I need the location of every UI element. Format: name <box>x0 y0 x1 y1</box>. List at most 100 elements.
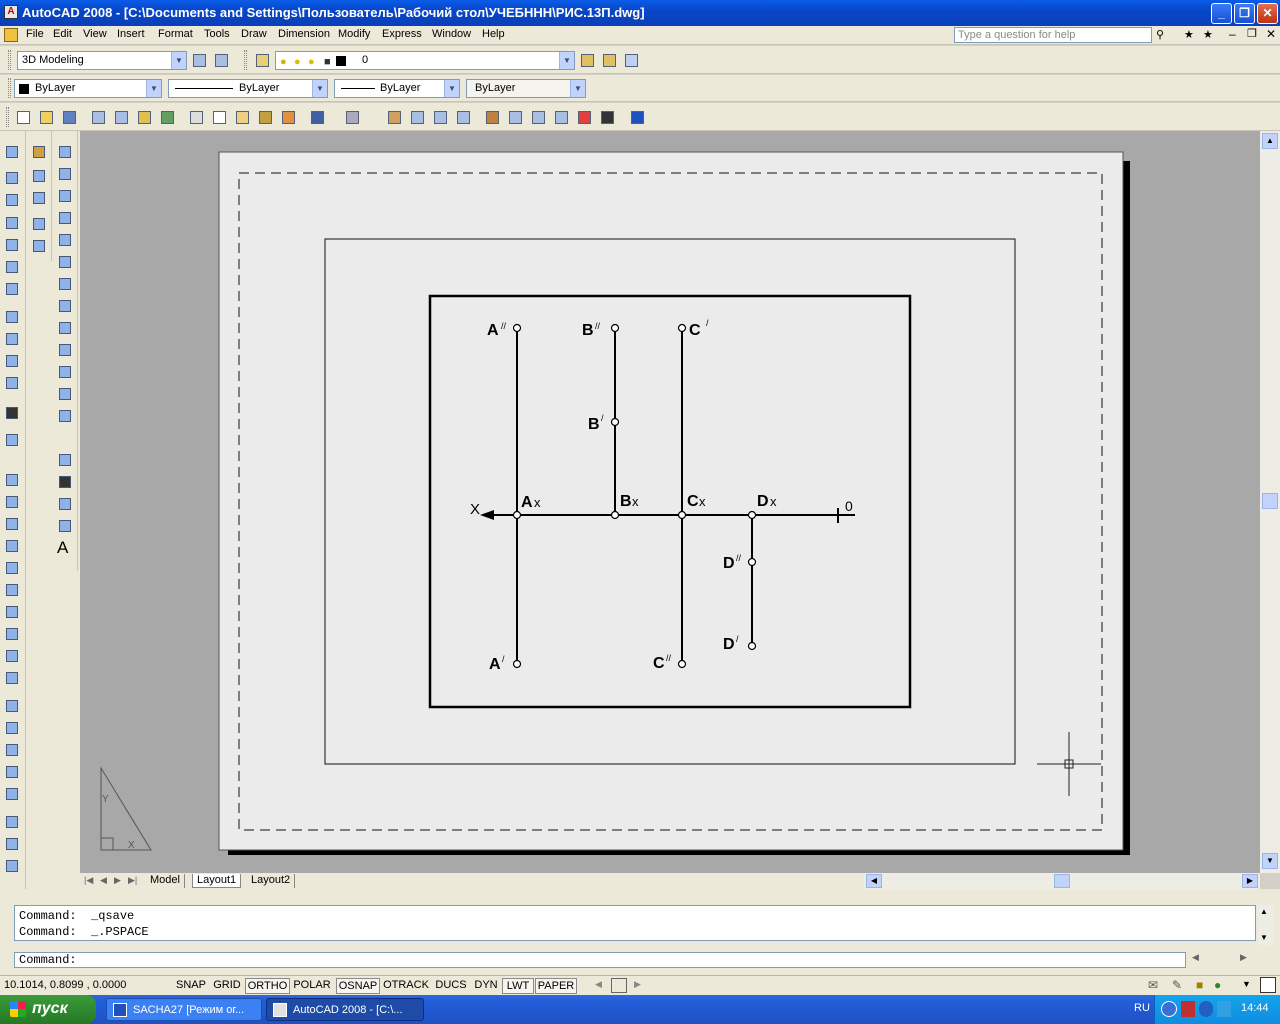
menu-tools[interactable]: Tools <box>204 28 230 40</box>
otrack-toggle[interactable]: OTRACK <box>381 978 431 994</box>
chevron-down-icon[interactable]: ▼ <box>444 80 459 97</box>
polyline-icon[interactable] <box>56 187 74 205</box>
scroll-right-icon[interactable]: ▶ <box>634 979 641 990</box>
menu-dimension[interactable]: Dimension <box>278 28 330 40</box>
dimension-edit-icon[interactable] <box>30 215 48 233</box>
tab-layout1[interactable]: Layout1 <box>192 874 242 888</box>
menu-window[interactable]: Window <box>432 28 471 40</box>
point-icon[interactable] <box>56 429 74 447</box>
menu-draw[interactable]: Draw <box>241 28 267 40</box>
tool-palettes-icon[interactable] <box>529 108 548 127</box>
workspace-select[interactable]: 3D Modeling ▼ <box>17 51 187 70</box>
sheet-set-icon[interactable] <box>552 108 571 127</box>
chevron-down-icon[interactable]: ▼ <box>559 52 574 69</box>
horizontal-scrollbar[interactable]: ◀ ▶ <box>864 873 1260 889</box>
design-center-icon[interactable] <box>506 108 525 127</box>
polygon-icon[interactable] <box>56 209 74 227</box>
tab-prev-icon[interactable]: ◀ <box>100 875 107 886</box>
document-icon[interactable] <box>4 28 18 42</box>
autocad-app-icon[interactable]: A <box>4 5 18 19</box>
plot-icon[interactable] <box>89 108 108 127</box>
spline-icon[interactable] <box>56 319 74 337</box>
polar-toggle[interactable]: POLAR <box>291 978 333 994</box>
helix-icon[interactable] <box>3 647 21 665</box>
layer-states-icon[interactable] <box>622 51 641 70</box>
torus-solid-icon[interactable] <box>3 603 21 621</box>
subtract-icon[interactable] <box>3 493 21 511</box>
pan-icon[interactable] <box>385 108 404 127</box>
scroll-left-icon[interactable]: ◀ <box>866 874 882 888</box>
close-button[interactable]: ✕ <box>1257 3 1278 24</box>
menu-format[interactable]: Format <box>158 28 193 40</box>
layer-previous-icon[interactable] <box>600 51 619 70</box>
layer-select[interactable]: ● ● ● ■ 0 ▼ <box>275 51 575 70</box>
3d-dwf-icon[interactable] <box>158 108 177 127</box>
task-autocad[interactable]: AutoCAD 2008 - [C:\... <box>266 998 424 1021</box>
status-tray-icon[interactable]: ● <box>1214 978 1221 992</box>
make-current-layer-icon[interactable] <box>578 51 597 70</box>
copy-icon[interactable] <box>210 108 229 127</box>
command-input[interactable]: Command: <box>14 952 1186 968</box>
lock-icon[interactable]: ■ <box>1196 978 1203 992</box>
cone-solid-icon[interactable] <box>3 625 21 643</box>
cylinder-icon[interactable] <box>3 258 21 276</box>
chevron-down-icon[interactable]: ▼ <box>570 80 585 97</box>
undo-icon[interactable] <box>308 108 327 127</box>
save-file-icon[interactable] <box>60 108 79 127</box>
grid-toggle[interactable]: GRID <box>210 978 244 994</box>
wedge-icon[interactable] <box>3 191 21 209</box>
layout-drawing[interactable]: A // B // C / B / X 0 A x B x C x D x D … <box>80 131 1260 873</box>
help-search-input[interactable]: Type a question for help <box>954 27 1152 43</box>
menu-view[interactable]: View <box>83 28 107 40</box>
language-indicator[interactable]: RU <box>1134 1002 1150 1014</box>
minimize-button[interactable]: _ <box>1211 3 1232 24</box>
make-block-icon[interactable] <box>56 407 74 425</box>
line-icon[interactable] <box>56 143 74 161</box>
maximize-viewport-icon[interactable] <box>611 978 627 993</box>
scroll-down-icon[interactable]: ▼ <box>1262 853 1278 869</box>
box-icon[interactable] <box>3 169 21 187</box>
rectangle-icon[interactable] <box>56 231 74 249</box>
plot-preview-icon[interactable] <box>112 108 131 127</box>
dimension-linear-icon[interactable] <box>30 143 48 161</box>
save-workspace-icon[interactable] <box>212 51 231 70</box>
dyn-toggle[interactable]: DYN <box>471 978 501 994</box>
cut-icon[interactable] <box>187 108 206 127</box>
union-icon[interactable] <box>3 471 21 489</box>
paste-icon[interactable] <box>233 108 252 127</box>
lineweight-select[interactable]: ByLayer ▼ <box>334 79 460 98</box>
construction-line-icon[interactable] <box>56 165 74 183</box>
region-icon[interactable] <box>56 495 74 513</box>
drawing-canvas[interactable]: A // B // C / B / X 0 A x B x C x D x D … <box>80 131 1260 873</box>
calculator-icon[interactable] <box>598 108 617 127</box>
scroll-down-icon[interactable]: ▼ <box>1260 933 1268 942</box>
tab-layout2[interactable]: Layout2 <box>247 874 296 888</box>
doc-restore-button[interactable]: ❐ <box>1247 27 1257 40</box>
scroll-left-icon[interactable]: ◀ <box>1192 952 1199 963</box>
cylinder-solid-icon[interactable] <box>3 581 21 599</box>
scroll-up-icon[interactable]: ▲ <box>1260 907 1268 916</box>
publish-icon[interactable] <box>135 108 154 127</box>
extrude-icon[interactable] <box>3 308 21 326</box>
menu-file[interactable]: File <box>26 28 44 40</box>
arc-icon[interactable] <box>56 253 74 271</box>
scroll-thumb[interactable] <box>1262 493 1278 509</box>
orbit-icon[interactable] <box>3 813 21 831</box>
markup-icon[interactable] <box>575 108 594 127</box>
hscroll-thumb[interactable] <box>1054 874 1070 888</box>
ortho-toggle[interactable]: ORTHO <box>245 978 290 994</box>
chevron-down-icon[interactable]: ▼ <box>171 52 186 69</box>
network-icon[interactable] <box>1217 1001 1231 1017</box>
restore-button[interactable]: ❐ <box>1234 3 1255 24</box>
presspull-icon[interactable] <box>3 330 21 348</box>
antivirus-icon[interactable] <box>1181 1001 1195 1017</box>
torus-icon[interactable] <box>3 280 21 298</box>
command-scrollbar[interactable]: ▲ ▼ <box>1258 905 1274 945</box>
dimension-aligned-icon[interactable] <box>30 167 48 185</box>
gradient-icon[interactable] <box>56 473 74 491</box>
navigate-icon[interactable] <box>3 431 21 449</box>
vertical-scrollbar[interactable]: ▲ ▼ <box>1260 131 1280 873</box>
tab-first-icon[interactable]: |◀ <box>84 875 93 886</box>
hatch-icon[interactable] <box>56 451 74 469</box>
ellipse-arc-icon[interactable] <box>56 363 74 381</box>
